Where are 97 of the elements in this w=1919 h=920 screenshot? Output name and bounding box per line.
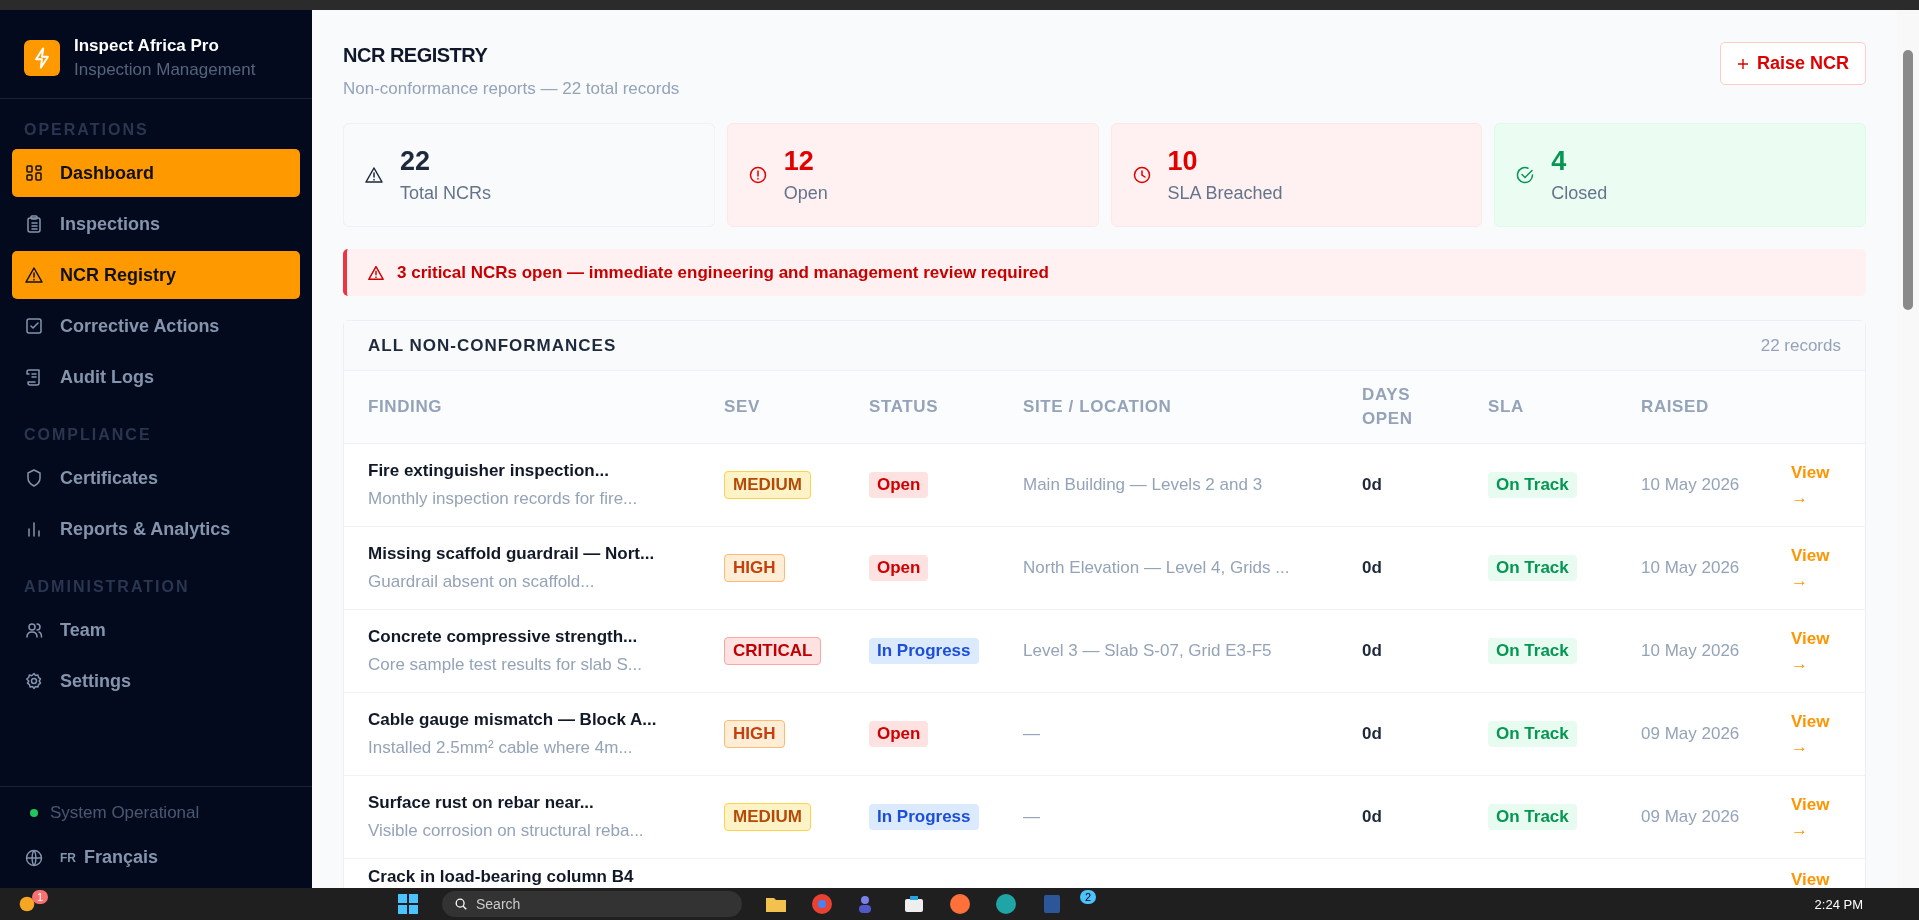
gear-icon	[24, 671, 44, 691]
severity-badge: MEDIUM	[724, 471, 811, 499]
app-name: Inspect Africa Pro	[74, 36, 220, 56]
nav-item[interactable]: Certificates	[12, 454, 300, 502]
sla-badge: On Track	[1488, 638, 1577, 664]
clipboard-icon	[24, 214, 44, 234]
days-open: 0d	[1362, 475, 1382, 494]
column-header: DAYS OPEN	[1362, 384, 1414, 430]
finding-description: Installed 2.5mm² cable where 4m...	[368, 738, 634, 758]
stat-value: 4	[1551, 146, 1568, 177]
nav-item[interactable]: Inspections	[12, 200, 300, 248]
users-icon	[24, 620, 44, 640]
warning-icon	[364, 165, 384, 185]
finding-description: Core sample test results for slab S...	[368, 655, 643, 675]
status-badge: Open	[869, 472, 929, 498]
finding-title: Surface rust on rebar near...	[368, 793, 595, 813]
stat-label: Total NCRs	[400, 183, 492, 204]
severity-badge: MEDIUM	[724, 803, 811, 831]
nav-item[interactable]: Dashboard	[12, 149, 300, 197]
sla-badge: On Track	[1488, 472, 1577, 498]
column-header: SEV	[724, 397, 761, 417]
sla-badge: On Track	[1488, 721, 1577, 747]
stat-label: Closed	[1551, 183, 1608, 204]
severity-badge: HIGH	[724, 554, 785, 582]
record-count: 22 records	[1760, 335, 1841, 356]
severity-badge: HIGH	[724, 720, 785, 748]
warning-icon	[367, 263, 385, 282]
column-header: SLA	[1488, 397, 1525, 417]
alert-icon	[747, 165, 768, 185]
table-title: ALL NON-CONFORMANCES	[368, 335, 617, 356]
status-badge: In Progress	[869, 804, 979, 830]
status-badge: Open	[869, 721, 929, 747]
site-location: Level 3 — Slab S-07, Grid E3-F5	[1023, 641, 1272, 660]
sla-badge: On Track	[1488, 804, 1577, 830]
raised-date: 10 May 2026	[1641, 641, 1740, 660]
app-badge: 2	[1080, 890, 1097, 904]
finding-title: Missing scaffold guardrail — Nort...	[368, 544, 656, 564]
nav-item[interactable]: Corrective Actions	[12, 302, 300, 350]
site-location: North Elevation — Level 4, Grids ...	[1023, 558, 1290, 577]
nav-item[interactable]: Reports & Analytics	[12, 505, 300, 553]
check-icon	[24, 316, 44, 336]
search-icon	[454, 897, 468, 911]
system-status: System Operational	[50, 803, 200, 823]
finding-title: Cable gauge mismatch — Block A...	[368, 710, 658, 730]
status-badge: Open	[869, 555, 929, 581]
raised-date: 10 May 2026	[1641, 558, 1740, 577]
grid-icon	[24, 163, 44, 183]
finding-description: Guardrail absent on scaffold...	[368, 572, 596, 592]
raise-ncr-button[interactable]: Raise NCR	[1719, 42, 1866, 85]
stat-label: Open	[783, 183, 828, 204]
scrollbar[interactable]	[1897, 10, 1919, 888]
days-open: 0d	[1362, 724, 1382, 743]
raised-date: 09 May 2026	[1641, 807, 1740, 826]
status-dot	[30, 809, 38, 817]
app-tagline: Inspection Management	[74, 60, 256, 80]
plus-icon	[1736, 57, 1749, 70]
site-location: —	[1023, 724, 1040, 743]
stat-value: 12	[783, 146, 815, 177]
stat-value: 22	[400, 146, 432, 177]
bolt-logo-icon	[24, 40, 60, 76]
status-badge: In Progress	[869, 638, 979, 664]
days-open: 0d	[1362, 807, 1382, 826]
stat-label: SLA Breached	[1167, 183, 1283, 204]
nav-item[interactable]: Settings	[12, 657, 300, 705]
nav-item[interactable]: NCR Registry	[12, 251, 300, 299]
alert-message: 3 critical NCRs open — immediate engineering and management review required	[397, 262, 1049, 283]
finding-description: Visible corrosion on structural reba...	[368, 821, 645, 841]
column-header: RAISED	[1641, 397, 1710, 417]
raised-date: 09 May 2026	[1641, 724, 1740, 743]
finding-title: Crack in load-bearing column B4	[368, 867, 635, 887]
column-header: STATUS	[869, 397, 940, 417]
page-title: NCR REGISTRY	[343, 44, 489, 67]
days-open: 0d	[1362, 641, 1382, 660]
site-location: Main Building — Levels 2 and 3	[1023, 475, 1263, 494]
clock: 2:24 PM	[1814, 896, 1863, 912]
nav-item[interactable]: Team	[12, 606, 300, 654]
language-selector[interactable]: FR Français	[24, 847, 288, 868]
severity-badge: CRITICAL	[724, 637, 822, 665]
column-header: SITE / LOCATION	[1023, 397, 1173, 417]
windows-start-icon[interactable]	[396, 892, 420, 916]
finding-title: Concrete compressive strength...	[368, 627, 639, 647]
check-circle-icon	[1515, 165, 1536, 185]
days-open: 0d	[1362, 558, 1382, 577]
page-subtitle: Non-conformance reports — 22 total records	[343, 79, 680, 99]
shield-icon	[24, 468, 44, 488]
nav-item[interactable]: Audit Logs	[12, 353, 300, 401]
site-location: —	[1023, 807, 1040, 826]
notification-badge: 1	[32, 890, 49, 904]
stat-value: 10	[1167, 146, 1199, 177]
sla-badge: On Track	[1488, 555, 1577, 581]
warning-icon	[24, 265, 44, 285]
taskbar-search-field[interactable]: Search	[442, 891, 742, 917]
column-header: FINDING	[368, 397, 444, 417]
finding-description: Monthly inspection records for fire...	[368, 489, 639, 509]
raised-date: 10 May 2026	[1641, 475, 1740, 494]
finding-title: Fire extinguisher inspection...	[368, 461, 610, 481]
clock-icon	[1131, 165, 1152, 185]
